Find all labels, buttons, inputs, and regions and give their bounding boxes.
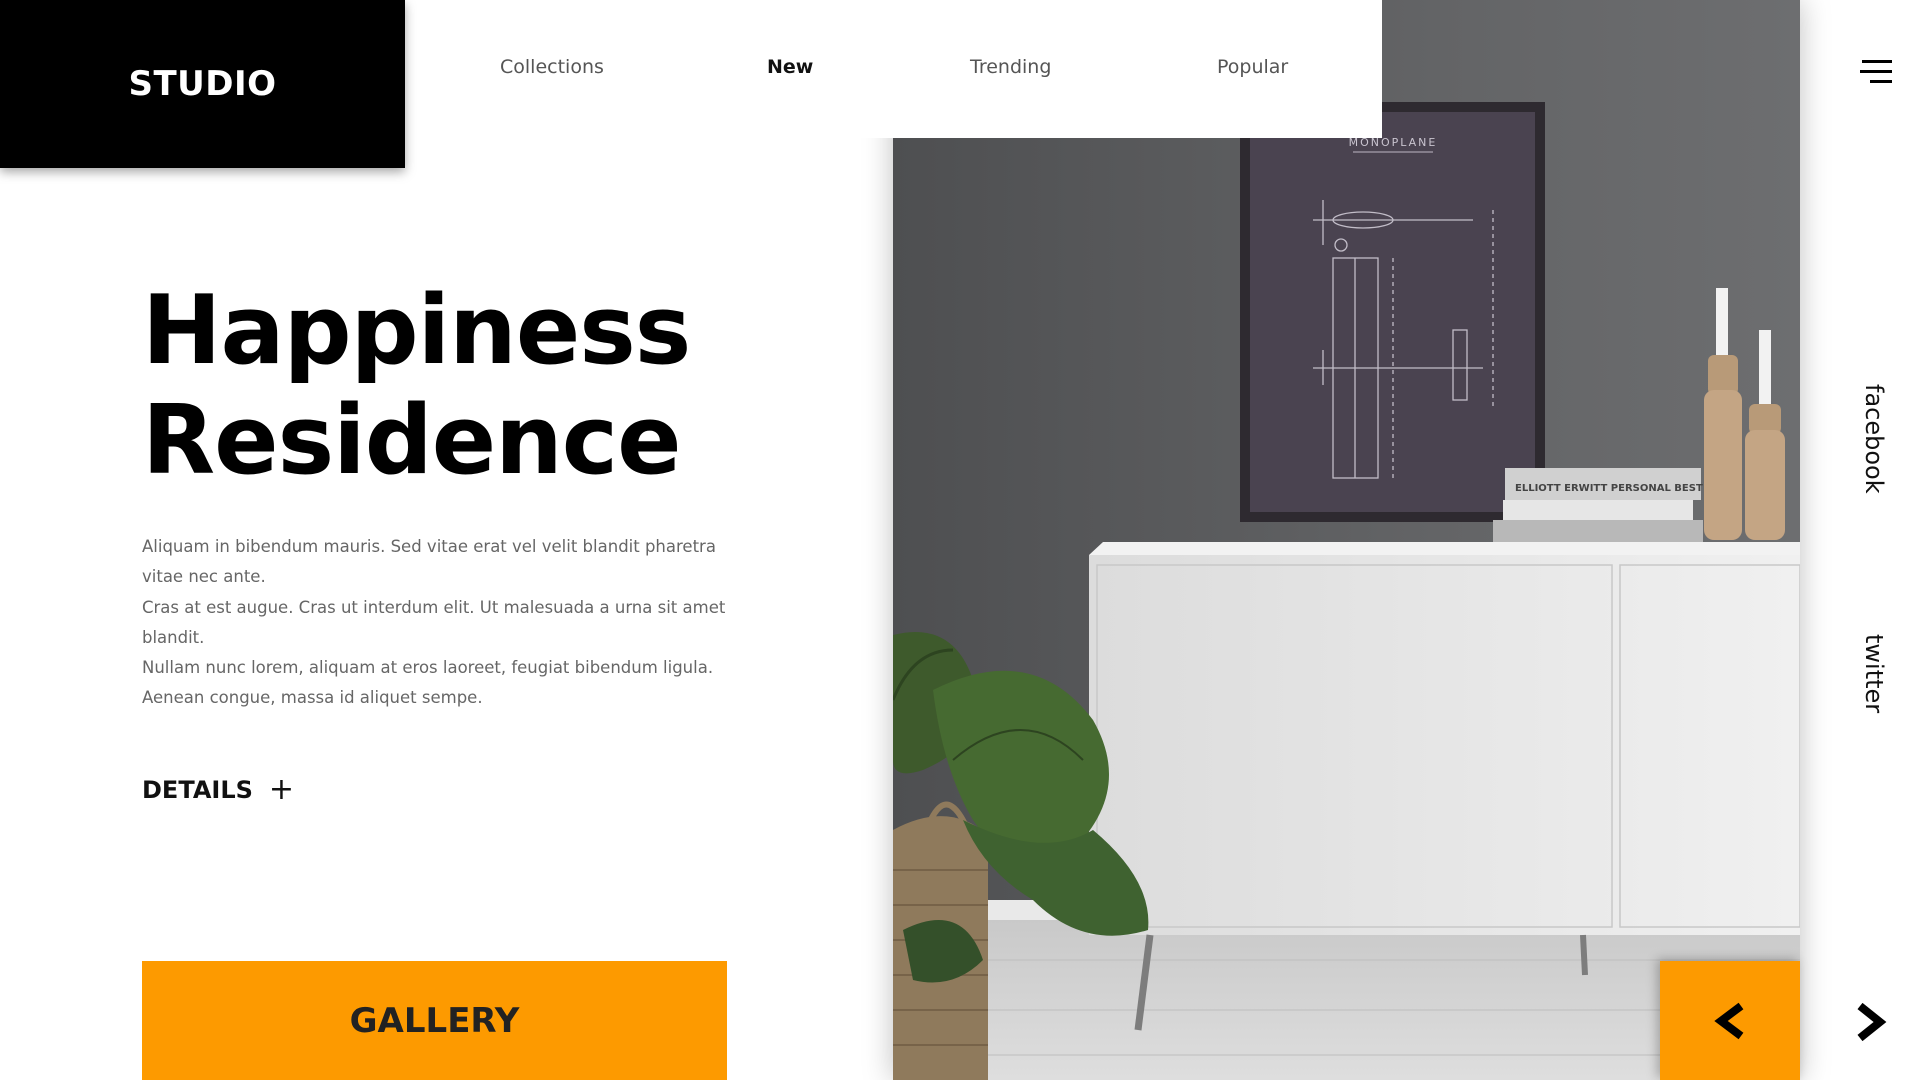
description-line: Cras at est augue. Cras ut interdum elit… (142, 597, 726, 647)
twitter-link[interactable]: twitter (1860, 634, 1888, 713)
prev-slide-button[interactable] (1660, 961, 1800, 1080)
nav-item-trending[interactable]: Trending (970, 56, 1051, 78)
nav-item-collections[interactable]: Collections (500, 56, 604, 78)
nav-item-popular[interactable]: Popular (1217, 56, 1288, 78)
top-nav: Collections New Trending Popular (405, 0, 1382, 138)
brand-logo[interactable]: STUDIO (0, 0, 405, 168)
description-line: Aliquam in bibendum mauris. Sed vitae er… (142, 537, 716, 587)
details-link[interactable]: DETAILS + (142, 772, 295, 807)
hero-title-line-1: Happiness (142, 276, 691, 386)
svg-text:ELLIOTT ERWITT PERSONAL BEST: ELLIOTT ERWITT PERSONAL BEST (1515, 483, 1703, 494)
hamburger-menu-icon[interactable] (1860, 60, 1892, 90)
next-slide-button[interactable] (1850, 1000, 1894, 1044)
hero-title: Happiness Residence (142, 276, 691, 496)
description-line: Aenean congue, massa id aliquet sempe. (142, 688, 483, 708)
plus-icon: + (268, 772, 295, 807)
description-line: Nullam nunc lorem, aliquam at eros laore… (142, 658, 714, 678)
logo-text: STUDIO (128, 64, 277, 104)
nav-item-new[interactable]: New (767, 56, 813, 78)
details-label: DETAILS (142, 776, 253, 804)
gallery-button[interactable]: GALLERY (142, 961, 727, 1080)
facebook-link[interactable]: facebook (1860, 384, 1888, 494)
hero-image: MONOPLANE ELLIOTT ERWITT PERSONAL BEST (893, 0, 1800, 1080)
hero-description: Aliquam in bibendum mauris. Sed vitae er… (142, 532, 742, 714)
chevron-right-icon (1857, 1002, 1887, 1042)
chevron-left-icon (1714, 1002, 1744, 1039)
hero-title-line-2: Residence (142, 386, 682, 496)
gallery-button-label: GALLERY (349, 1000, 520, 1041)
